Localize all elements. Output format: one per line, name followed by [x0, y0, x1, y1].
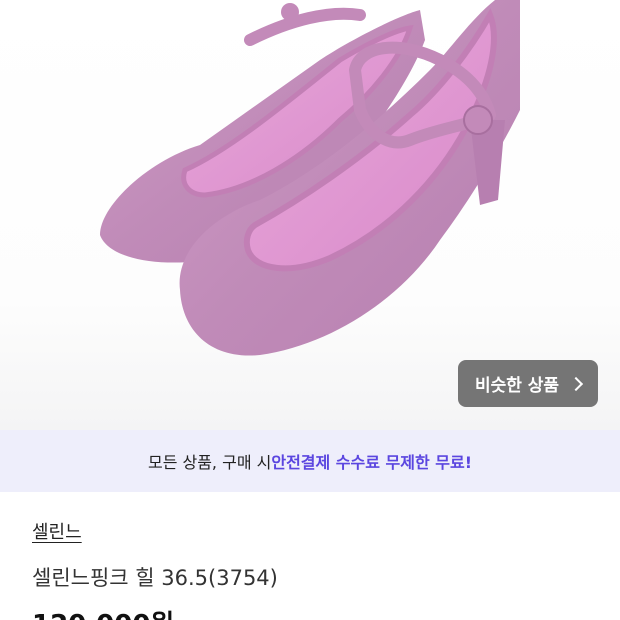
- similar-items-label: 비슷한 상품: [474, 376, 560, 396]
- banner-highlight: 안전결제 수수료 무제한 무료!: [271, 453, 473, 472]
- product-price: 120,000원: [32, 604, 592, 620]
- product-title: 셀린느핑크 힐 36.5(3754): [32, 566, 278, 590]
- brand-link[interactable]: 셀린느: [32, 518, 82, 544]
- similar-items-button[interactable]: 비슷한 상품: [458, 360, 598, 407]
- product-info: 셀린느 셀린느핑크 힐 36.5(3754) 120,000원: [32, 492, 592, 620]
- banner-prefix: 모든 상품, 구매 시: [147, 453, 272, 472]
- chevron-right-icon: [568, 376, 584, 391]
- product-image-area[interactable]: 비슷한 상품: [0, 0, 620, 430]
- safe-payment-banner[interactable]: 모든 상품, 구매 시 안전결제 수수료 무제한 무료!: [0, 430, 620, 492]
